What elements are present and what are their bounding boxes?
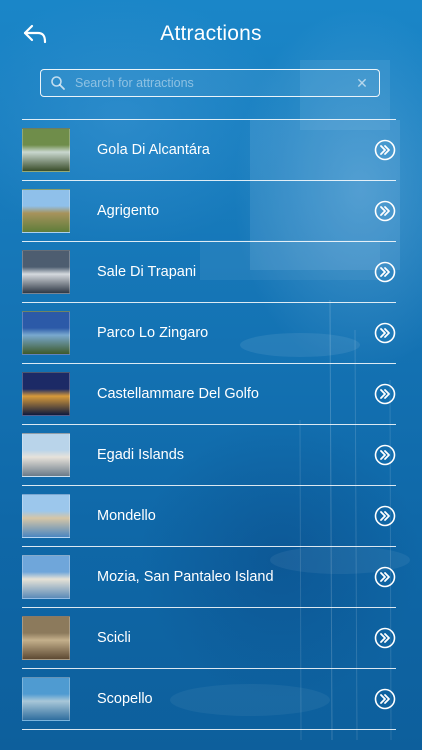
- attraction-thumbnail: [22, 494, 70, 538]
- list-item[interactable]: Scopello: [22, 669, 396, 730]
- double-chevron-right-icon[interactable]: [374, 566, 396, 588]
- attraction-label: Scicli: [97, 630, 131, 646]
- list-item[interactable]: Agrigento: [22, 181, 396, 242]
- attraction-label: Scopello: [97, 691, 153, 707]
- list-item[interactable]: Egadi Islands: [22, 425, 396, 486]
- attraction-label: Castellammare Del Golfo: [97, 386, 259, 402]
- attraction-thumbnail: [22, 677, 70, 721]
- attraction-thumbnail: [22, 372, 70, 416]
- attraction-thumbnail: [22, 616, 70, 660]
- double-chevron-right-icon[interactable]: [374, 139, 396, 161]
- attraction-label: Mozia, San Pantaleo Island: [97, 569, 274, 585]
- double-chevron-right-icon[interactable]: [374, 200, 396, 222]
- attraction-label: Parco Lo Zingaro: [97, 325, 209, 341]
- search-input[interactable]: [75, 71, 351, 95]
- page-title: Attractions: [160, 22, 262, 45]
- list-item[interactable]: Scicli: [22, 608, 396, 669]
- header-bar: Attractions: [0, 0, 422, 68]
- list-item[interactable]: Mondello: [22, 486, 396, 547]
- double-chevron-right-icon[interactable]: [374, 505, 396, 527]
- search-icon: [51, 76, 65, 90]
- attraction-thumbnail: [22, 433, 70, 477]
- double-chevron-right-icon[interactable]: [374, 383, 396, 405]
- list-item[interactable]: Parco Lo Zingaro: [22, 303, 396, 364]
- double-chevron-right-icon[interactable]: [374, 444, 396, 466]
- attraction-thumbnail: [22, 189, 70, 233]
- attraction-label: Mondello: [97, 508, 156, 524]
- attraction-thumbnail: [22, 250, 70, 294]
- attraction-label: Sale Di Trapani: [97, 264, 197, 280]
- attraction-label: Gola Di Alcantára: [97, 142, 210, 158]
- clear-search-button[interactable]: ✕: [351, 72, 373, 94]
- double-chevron-right-icon[interactable]: [374, 627, 396, 649]
- attraction-thumbnail: [22, 311, 70, 355]
- double-chevron-right-icon[interactable]: [374, 688, 396, 710]
- attraction-thumbnail: [22, 128, 70, 172]
- attraction-label: Agrigento: [97, 203, 160, 219]
- list-item[interactable]: Gola Di Alcantára: [22, 120, 396, 181]
- attraction-label: Egadi Islands: [97, 447, 185, 463]
- close-icon: ✕: [356, 74, 368, 91]
- double-chevron-right-icon[interactable]: [374, 322, 396, 344]
- attraction-thumbnail: [22, 555, 70, 599]
- list-item[interactable]: Sale Di Trapani: [22, 242, 396, 303]
- search-bar: ✕: [40, 69, 380, 97]
- double-chevron-right-icon[interactable]: [374, 261, 396, 283]
- list-item[interactable]: Mozia, San Pantaleo Island: [22, 547, 396, 608]
- attractions-list: Gola Di Alcantára Agrigento Sale Di Trapan…: [22, 119, 396, 730]
- list-item[interactable]: Castellammare Del Golfo: [22, 364, 396, 425]
